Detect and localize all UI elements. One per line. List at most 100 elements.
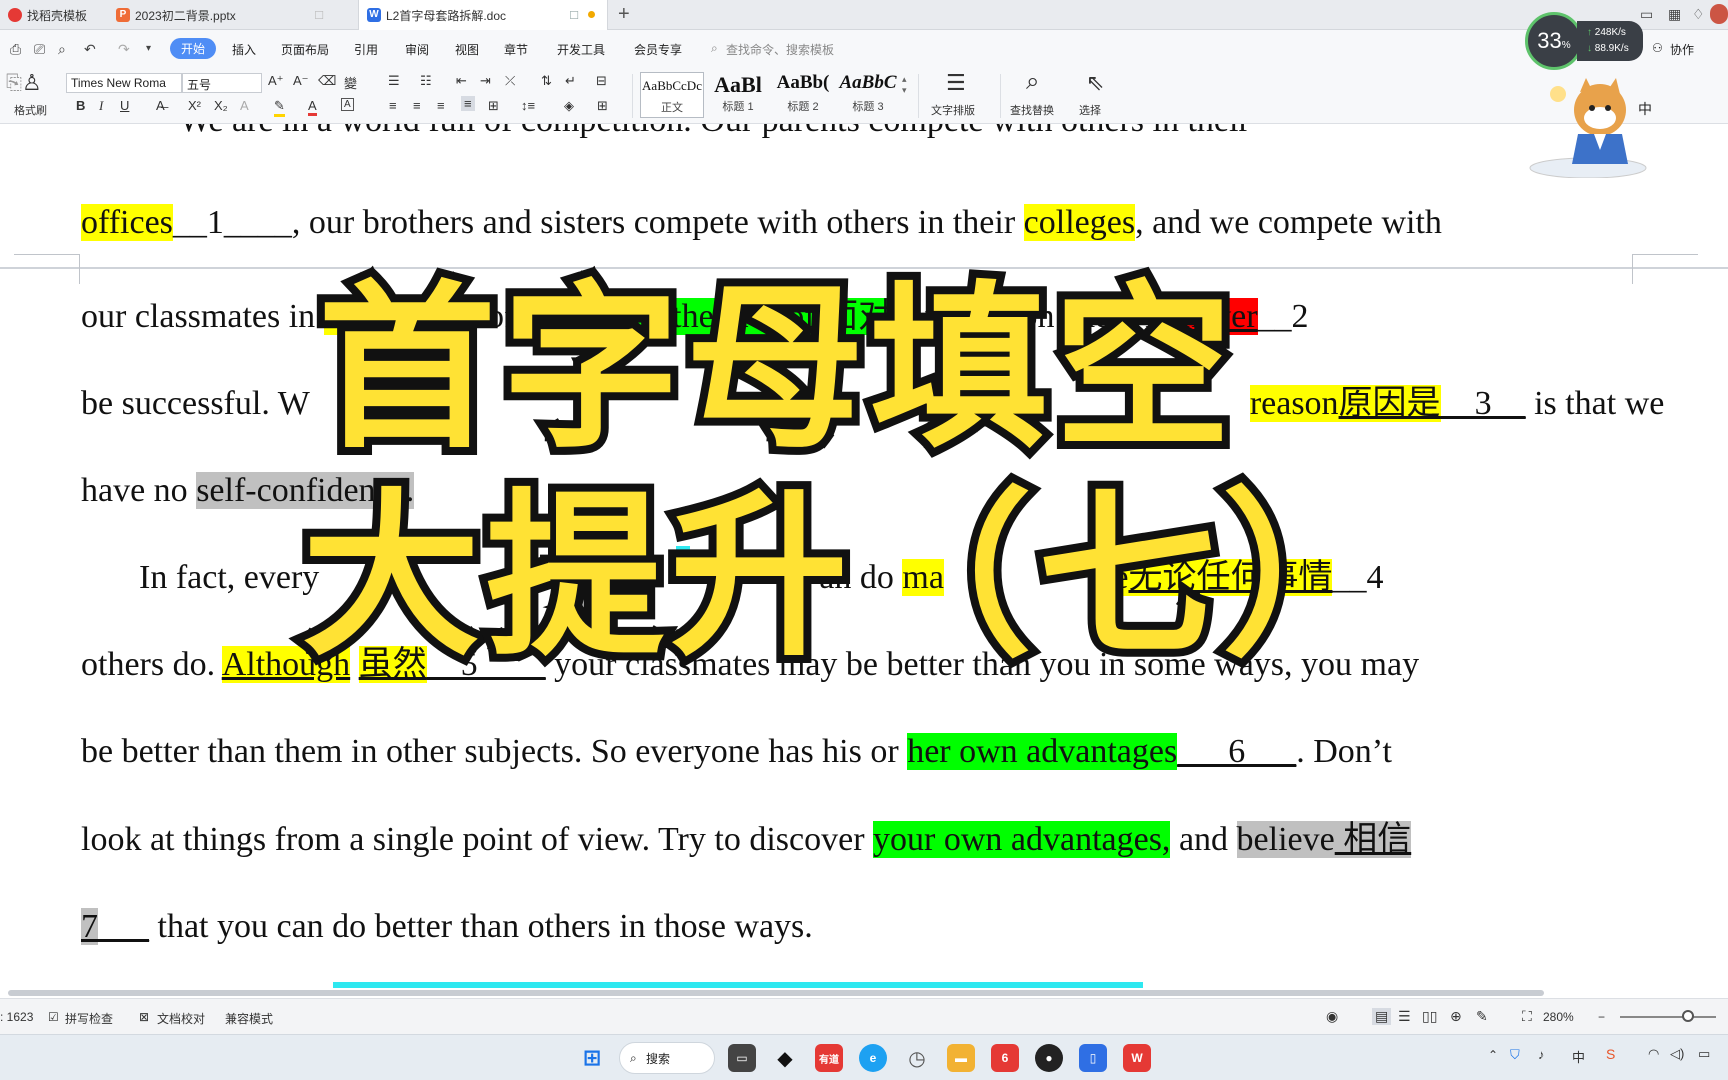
- preview-icon[interactable]: ⌕: [58, 41, 66, 58]
- eye-icon[interactable]: ◉: [1326, 1008, 1338, 1025]
- font-color-icon[interactable]: A: [308, 98, 317, 116]
- proofread-button[interactable]: 文档校对: [157, 1010, 205, 1027]
- menu-home[interactable]: 开始: [170, 38, 217, 59]
- align-center-icon[interactable]: ≡: [413, 98, 421, 113]
- tab-doc[interactable]: W L2首字母套路拆解.doc ☐: [358, 0, 608, 30]
- volume-icon[interactable]: ◁): [1670, 1046, 1684, 1062]
- fit-page-icon[interactable]: ⛶: [1522, 1008, 1532, 1025]
- distribute-icon[interactable]: ⊞: [488, 98, 499, 114]
- font-size-select[interactable]: 五号: [182, 73, 262, 93]
- wifi-icon[interactable]: ◠: [1648, 1046, 1659, 1062]
- shrink-font-icon[interactable]: A⁻: [293, 73, 309, 89]
- redo-icon[interactable]: ↷: [118, 41, 130, 58]
- table-tool-icon[interactable]: ⊟: [596, 73, 607, 89]
- shield-icon[interactable]: ⛉: [1510, 1047, 1520, 1063]
- format-painter[interactable]: 格式刷: [14, 102, 47, 118]
- text-layout-icon[interactable]: ☰: [946, 70, 966, 96]
- cursor-icon[interactable]: ⇖: [1086, 70, 1104, 96]
- edge-icon[interactable]: e: [859, 1044, 887, 1072]
- style-heading2[interactable]: AaBb( 标题 2: [771, 72, 835, 118]
- chinese-layout-icon[interactable]: ⤫: [505, 73, 515, 89]
- menu-layout[interactable]: 页面布局: [281, 41, 329, 58]
- char-border-icon[interactable]: A: [341, 98, 354, 111]
- wps-icon[interactable]: W: [1123, 1044, 1151, 1072]
- doc-app-icon[interactable]: ▯: [1079, 1044, 1107, 1072]
- number-list-icon[interactable]: ☷: [420, 73, 432, 89]
- battery-icon[interactable]: ▭: [1698, 1046, 1710, 1062]
- zoom-out-icon[interactable]: −: [1598, 1010, 1605, 1024]
- command-search[interactable]: 查找命令、搜索模板: [726, 41, 834, 58]
- line-spacing-icon[interactable]: ↕≡: [521, 98, 535, 113]
- menu-review[interactable]: 审阅: [405, 41, 429, 58]
- spell-check-button[interactable]: 拼写检查: [65, 1010, 113, 1027]
- italic-icon[interactable]: I: [99, 98, 103, 114]
- clock-app-icon[interactable]: ◷: [903, 1044, 931, 1072]
- record-icon[interactable]: ●: [1035, 1044, 1063, 1072]
- pen-icon[interactable]: ✎: [1476, 1008, 1488, 1025]
- align-left-icon[interactable]: ≡: [389, 98, 397, 113]
- show-marks-icon[interactable]: ↵: [565, 73, 576, 89]
- menu-chapter[interactable]: 章节: [504, 41, 528, 58]
- app-6-icon[interactable]: 6: [991, 1044, 1019, 1072]
- new-tab-button[interactable]: +: [618, 3, 630, 26]
- pinyin-icon[interactable]: 變: [344, 73, 357, 92]
- shading-icon[interactable]: ◈: [564, 98, 574, 114]
- chevron-down-icon[interactable]: ▾: [146, 43, 151, 54]
- youdao-icon[interactable]: 有道: [815, 1044, 843, 1072]
- collab-button[interactable]: 协作: [1670, 41, 1694, 58]
- menu-member[interactable]: 会员专享: [634, 41, 682, 58]
- bullet-list-icon[interactable]: ☰: [388, 73, 400, 89]
- tray-chevron-icon[interactable]: ⌃: [1488, 1048, 1498, 1062]
- select-button[interactable]: 选择: [1079, 102, 1101, 118]
- font-name-select[interactable]: Times New Roma: [66, 73, 182, 93]
- save-icon[interactable]: ⎙: [10, 41, 21, 58]
- sort-icon[interactable]: ⇅: [541, 73, 552, 89]
- network-speed-widget[interactable]: 33% ↑ 248K/s ↓ 88.9K/s: [1525, 12, 1643, 70]
- subscript-icon[interactable]: X₂: [214, 98, 228, 113]
- find-icon[interactable]: ⌕: [1026, 68, 1039, 96]
- read-view-icon[interactable]: ▯▯: [1422, 1008, 1437, 1025]
- style-heading3[interactable]: AaBbC 标题 3: [836, 72, 900, 118]
- task-view-icon[interactable]: ▭: [728, 1044, 756, 1072]
- word-count[interactable]: : 1623: [0, 1010, 33, 1024]
- indent-icon[interactable]: ⇥: [480, 73, 491, 89]
- grow-font-icon[interactable]: A⁺: [268, 73, 284, 89]
- tab-template[interactable]: 找稻壳模板: [0, 0, 108, 30]
- text-layout-button[interactable]: 文字排版: [931, 102, 975, 118]
- clear-format-icon[interactable]: ⌫: [318, 73, 336, 89]
- avatar[interactable]: [1710, 4, 1728, 24]
- grid-icon[interactable]: ▦: [1668, 6, 1681, 23]
- style-normal[interactable]: AaBbCcDc 正文: [640, 72, 704, 118]
- borders-icon[interactable]: ⊞: [597, 98, 608, 114]
- undo-icon[interactable]: ↶: [84, 41, 96, 58]
- document-canvas[interactable]: We are in a world full of competition. O…: [0, 124, 1728, 998]
- tab-pptx[interactable]: P 2023初二背景.pptx ☐: [108, 0, 358, 30]
- outline-view-icon[interactable]: ☰: [1398, 1008, 1411, 1025]
- horizontal-scrollbar[interactable]: [8, 990, 1544, 996]
- zoom-slider-thumb[interactable]: [1682, 1010, 1694, 1022]
- print-icon[interactable]: ⎚: [34, 41, 45, 58]
- menu-view[interactable]: 视图: [455, 41, 479, 58]
- folder-icon[interactable]: ▬: [947, 1044, 975, 1072]
- bell-icon[interactable]: ♢: [1692, 6, 1705, 23]
- underline-icon[interactable]: U: [120, 98, 129, 113]
- styles-expand-icon[interactable]: ▴ ▾: [902, 74, 907, 96]
- ime-icon[interactable]: 中: [1572, 1047, 1585, 1066]
- web-view-icon[interactable]: ⊕: [1450, 1008, 1462, 1025]
- text-effect-icon[interactable]: A: [240, 98, 249, 113]
- strikethrough-icon[interactable]: A̶: [156, 98, 165, 113]
- paste-icon[interactable]: ⎘: [6, 72, 22, 95]
- superscript-icon[interactable]: X²: [188, 98, 201, 113]
- menu-developer[interactable]: 开发工具: [557, 41, 605, 58]
- outdent-icon[interactable]: ⇤: [456, 73, 467, 89]
- bold-icon[interactable]: B: [76, 98, 85, 113]
- style-heading1[interactable]: AaBl 标题 1: [706, 72, 770, 118]
- taskbar-search[interactable]: ⌕ 搜索: [619, 1042, 715, 1074]
- justify-icon[interactable]: ≡: [461, 96, 475, 111]
- zoom-level[interactable]: 280%: [1543, 1010, 1574, 1024]
- page-view-icon[interactable]: ▤: [1372, 1008, 1392, 1025]
- start-icon[interactable]: ⊞: [578, 1044, 606, 1072]
- zoom-slider[interactable]: [1620, 1016, 1716, 1018]
- alien-app-icon[interactable]: ◆: [771, 1044, 799, 1072]
- s-app-icon[interactable]: S: [1606, 1046, 1615, 1062]
